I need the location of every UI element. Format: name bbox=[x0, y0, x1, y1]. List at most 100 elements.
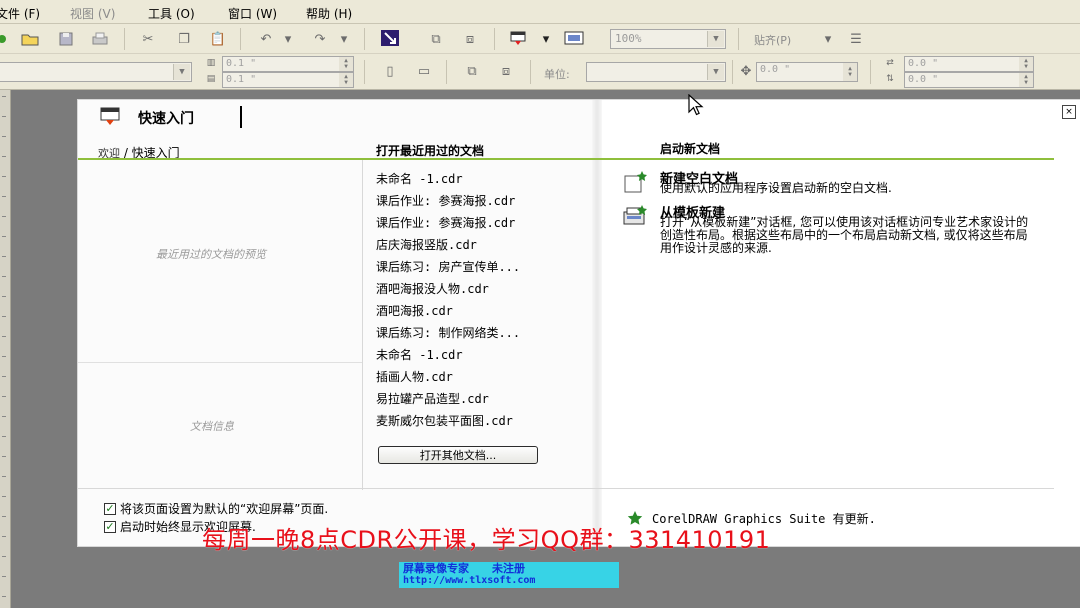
ruler-tick bbox=[2, 536, 6, 537]
publish-icon[interactable]: ⧈ bbox=[460, 30, 480, 48]
ruler-tick bbox=[2, 556, 6, 557]
ruler-tick bbox=[2, 336, 6, 337]
cut-icon[interactable]: ✂ bbox=[138, 30, 158, 48]
all-pages-icon[interactable]: ⧉ bbox=[462, 62, 482, 80]
options-icon[interactable]: ☰ bbox=[846, 30, 866, 48]
promo-banner: 每周一晚8点CDR公开课，学习QQ群：331410191 bbox=[202, 526, 771, 554]
ruler-tick bbox=[2, 136, 6, 137]
toolbar-separator bbox=[494, 28, 495, 50]
ruler-tick bbox=[2, 416, 6, 417]
ruler-tick bbox=[2, 516, 6, 517]
set-default-page-label: 将该页面设置为默认的“欢迎屏幕”页面. bbox=[120, 502, 329, 516]
recent-document-item[interactable]: 课后练习: 房产宣传单... bbox=[376, 258, 520, 280]
ruler-tick bbox=[2, 156, 6, 157]
chevron-down-icon[interactable]: ▼ bbox=[707, 31, 724, 47]
snap-dropdown-icon[interactable]: ▾ bbox=[822, 30, 834, 48]
menu-help[interactable]: 帮助 (H) bbox=[306, 5, 352, 22]
recent-document-item[interactable]: 未命名 -1.cdr bbox=[376, 346, 520, 368]
preview-divider bbox=[78, 362, 362, 363]
new-icon[interactable] bbox=[0, 30, 12, 48]
print-icon[interactable] bbox=[90, 30, 110, 48]
undo-dropdown-icon[interactable]: ▾ bbox=[282, 30, 294, 48]
copy-icon[interactable]: ❐ bbox=[174, 30, 194, 48]
recent-document-item[interactable]: 易拉罐产品造型.cdr bbox=[376, 390, 520, 412]
toolbar-separator bbox=[364, 28, 365, 50]
ruler-tick bbox=[2, 436, 6, 437]
new-blank-document-icon[interactable] bbox=[622, 170, 648, 194]
recent-document-item[interactable]: 麦斯威尔包装平面图.cdr bbox=[376, 412, 520, 434]
undo-icon[interactable]: ↶ bbox=[256, 30, 276, 48]
height-field[interactable]: 0.1 " ▲ ▼ bbox=[222, 72, 354, 88]
recent-document-item[interactable]: 课后作业: 参赛海报.cdr bbox=[376, 192, 520, 214]
open-other-documents-button[interactable]: 打开其他文档... bbox=[378, 446, 538, 464]
show-at-startup-checkbox[interactable]: ✓ bbox=[104, 520, 116, 533]
recent-documents-list: 未命名 -1.cdr 课后作业: 参赛海报.cdr 课后作业: 参赛海报.cdr 店庆… bbox=[376, 170, 520, 434]
set-default-page-option[interactable]: ✓ 将该页面设置为默认的“欢迎屏幕”页面. bbox=[104, 500, 328, 517]
zoom-combo[interactable]: 100% ▼ bbox=[610, 29, 726, 49]
watermark-url: http://www.tlxsoft.com bbox=[403, 575, 536, 586]
menu-file[interactable]: 文件 (F) bbox=[0, 5, 40, 22]
recent-document-item[interactable]: 店庆海报竖版.cdr bbox=[376, 236, 520, 258]
ruler-tick bbox=[2, 276, 6, 277]
current-page-icon[interactable]: ⧈ bbox=[496, 62, 516, 80]
redo-icon[interactable]: ↷ bbox=[310, 30, 330, 48]
launcher-dropdown-icon[interactable]: ▾ bbox=[540, 30, 552, 48]
import-icon[interactable] bbox=[380, 29, 400, 47]
welcome-screen-icon[interactable] bbox=[564, 29, 584, 47]
nudge-value: 0.0 " bbox=[760, 64, 791, 75]
new-from-template-icon[interactable] bbox=[622, 204, 648, 228]
spin-arrows-icon[interactable]: ▲ ▼ bbox=[339, 73, 353, 87]
ruler-tick bbox=[2, 356, 6, 357]
chevron-down-icon[interactable]: ▼ bbox=[173, 64, 190, 80]
menu-tools[interactable]: 工具 (O) bbox=[148, 5, 195, 22]
ruler-tick bbox=[2, 496, 6, 497]
new-document-header: 启动新文档 bbox=[660, 142, 721, 156]
open-folder-icon[interactable] bbox=[20, 30, 40, 48]
ruler-tick bbox=[2, 396, 6, 397]
menu-view[interactable]: 视图 (V) bbox=[70, 5, 115, 22]
menu-window[interactable]: 窗口 (W) bbox=[228, 5, 277, 22]
snap-to-menu[interactable]: 贴齐(P) bbox=[754, 32, 791, 48]
width-field[interactable]: 0.1 " ▲ ▼ bbox=[222, 56, 354, 72]
duplicate-x-icon: ⇄ bbox=[886, 58, 894, 68]
duplicate-y-field[interactable]: 0.0 " ▲ ▼ bbox=[904, 72, 1034, 88]
recent-documents-header: 打开最近用过的文档 bbox=[376, 144, 485, 158]
vertical-ruler[interactable] bbox=[0, 90, 11, 608]
units-combo[interactable]: ▼ bbox=[586, 62, 726, 82]
spin-arrows-icon[interactable]: ▲ ▼ bbox=[1019, 57, 1033, 71]
redo-dropdown-icon[interactable]: ▾ bbox=[338, 30, 350, 48]
set-default-page-checkbox[interactable]: ✓ bbox=[104, 502, 116, 515]
paper-type-combo[interactable]: ▼ bbox=[0, 62, 192, 82]
recent-document-item[interactable]: 未命名 -1.cdr bbox=[376, 170, 520, 192]
spin-arrows-icon[interactable]: ▲ ▼ bbox=[339, 57, 353, 71]
paste-icon[interactable]: 📋 bbox=[208, 30, 228, 48]
recent-document-item[interactable]: 插画人物.cdr bbox=[376, 368, 520, 390]
ruler-tick bbox=[2, 116, 6, 117]
recent-document-item[interactable]: 课后作业: 参赛海报.cdr bbox=[376, 214, 520, 236]
text-caret bbox=[240, 106, 242, 128]
spin-arrows-icon[interactable]: ▲ ▼ bbox=[1019, 73, 1033, 87]
nudge-icon: ✥ bbox=[740, 63, 752, 79]
ruler-tick bbox=[2, 216, 6, 217]
toolbar-separator bbox=[240, 28, 241, 50]
launcher-glyph bbox=[510, 31, 526, 45]
chevron-down-icon[interactable]: ▼ bbox=[707, 64, 724, 80]
recent-document-item[interactable]: 课后练习: 制作网络类... bbox=[376, 324, 520, 346]
spin-arrows-icon[interactable]: ▲ ▼ bbox=[843, 63, 857, 81]
close-icon[interactable]: × bbox=[1062, 105, 1076, 119]
toolbar-separator bbox=[124, 28, 125, 50]
recent-document-item[interactable]: 酒吧海报.cdr bbox=[376, 302, 520, 324]
save-icon[interactable] bbox=[56, 30, 76, 48]
portrait-icon[interactable]: ▯ bbox=[380, 62, 400, 80]
recent-document-item[interactable]: 酒吧海报没人物.cdr bbox=[376, 280, 520, 302]
application-launcher-icon[interactable] bbox=[508, 29, 528, 47]
ruler-tick bbox=[2, 476, 6, 477]
landscape-icon[interactable]: ▭ bbox=[414, 62, 434, 80]
ruler-tick bbox=[2, 176, 6, 177]
preview-column bbox=[78, 160, 363, 490]
toolbar-separator bbox=[530, 60, 531, 84]
export-icon[interactable]: ⧉ bbox=[426, 30, 446, 48]
width-value: 0.1 " bbox=[226, 58, 257, 69]
nudge-distance-field[interactable]: 0.0 " ▲ ▼ bbox=[756, 62, 858, 82]
duplicate-x-field[interactable]: 0.0 " ▲ ▼ bbox=[904, 56, 1034, 72]
